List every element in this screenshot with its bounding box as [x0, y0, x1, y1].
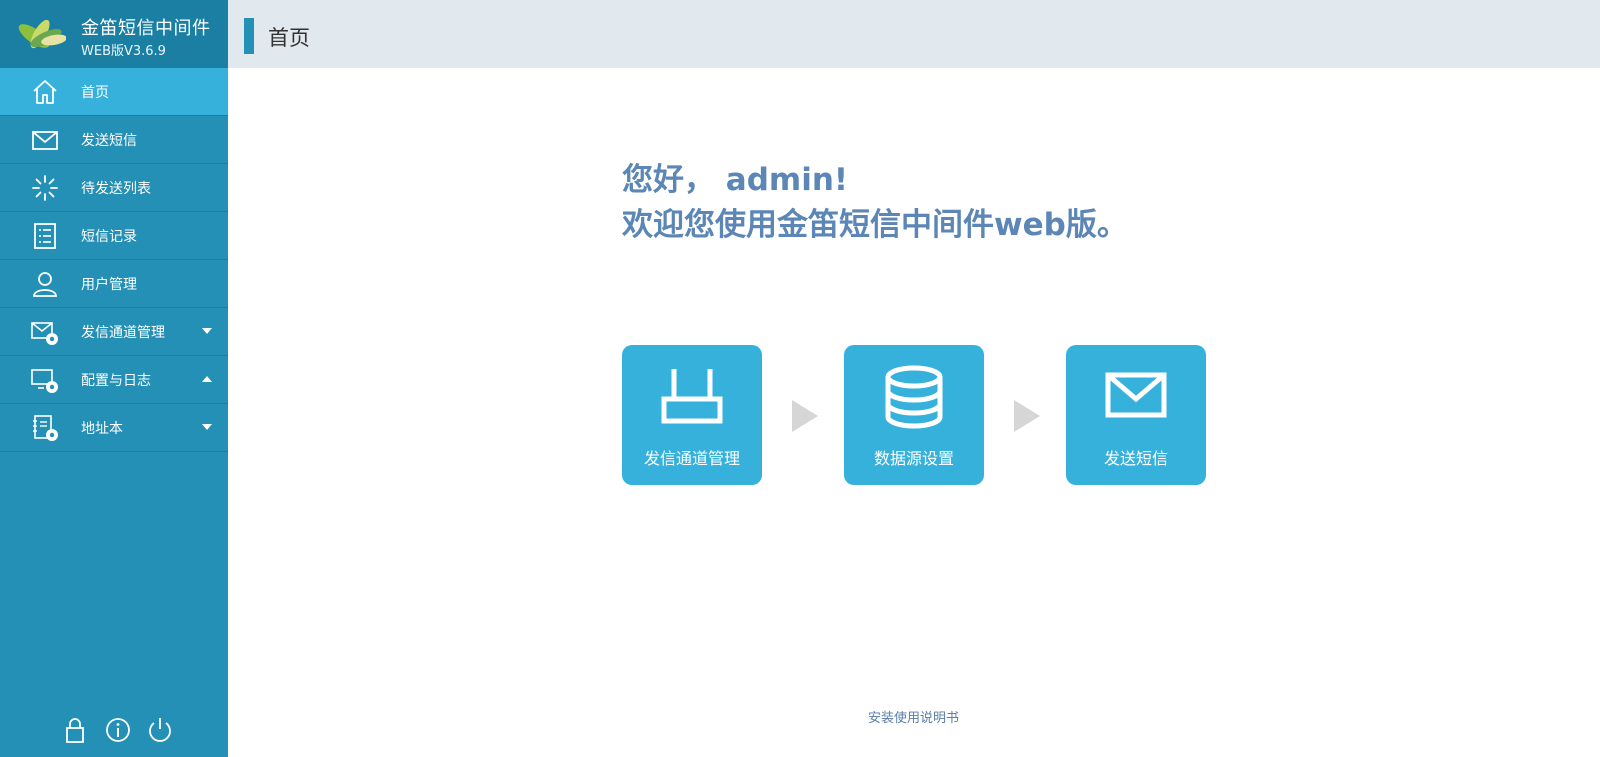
sidebar-item-home[interactable]: 首页 [0, 68, 228, 116]
page-header: 首页 [228, 0, 1600, 68]
info-icon[interactable] [103, 715, 133, 745]
sidebar-item-label: 首页 [81, 85, 109, 101]
brand-header: 金笛短信中间件 WEB版V3.6.9 [0, 0, 228, 68]
book-gear-icon [33, 415, 58, 441]
sidebar-item-channel-management[interactable]: 发信通道管理 [0, 308, 228, 356]
arrow-right-icon [792, 400, 818, 432]
quick-start-tiles: 发信通道管理 数据源设置 发送短信 [622, 345, 1222, 485]
sidebar-menu: 首页 发送短信 待发送列表 短信记录 用户管理 发信通道管理 配置与日志 地址本 [0, 68, 228, 452]
home-icon [33, 80, 57, 104]
sidebar-item-label: 待发送列表 [81, 181, 151, 197]
chevron-up-icon[interactable] [202, 376, 212, 382]
welcome-text: 欢迎您使用金笛短信中间件web版。 [622, 207, 1128, 243]
sidebar-item-user-management[interactable]: 用户管理 [0, 260, 228, 308]
sidebar-item-label: 用户管理 [81, 277, 137, 293]
greeting-text: 您好， admin! [622, 162, 849, 198]
power-icon[interactable] [145, 715, 175, 745]
envelope-icon [32, 131, 58, 150]
page-title: 首页 [268, 26, 310, 50]
envelope-gear-icon [31, 322, 58, 345]
chevron-down-icon[interactable] [202, 424, 212, 430]
chevron-down-icon[interactable] [202, 328, 212, 334]
tile-data-source[interactable]: 数据源设置 [844, 345, 984, 485]
welcome-message: 您好， admin! 欢迎您使用金笛短信中间件web版。 [622, 158, 1128, 248]
sidebar: 金笛短信中间件 WEB版V3.6.9 首页 发送短信 待发送列表 短信记录 用户… [0, 0, 228, 757]
router-icon [661, 369, 723, 424]
app-title: 金笛短信中间件 [81, 18, 211, 39]
sidebar-item-label: 地址本 [81, 421, 123, 437]
envelope-icon [1105, 372, 1167, 418]
list-icon [34, 223, 56, 249]
sidebar-item-sms-records[interactable]: 短信记录 [0, 212, 228, 260]
sidebar-item-label: 短信记录 [81, 229, 137, 245]
sidebar-item-label: 发信通道管理 [81, 325, 165, 341]
monitor-gear-icon [31, 369, 58, 393]
sidebar-item-config-logs[interactable]: 配置与日志 [0, 356, 228, 404]
sidebar-item-send-sms[interactable]: 发送短信 [0, 116, 228, 164]
sidebar-item-address-book[interactable]: 地址本 [0, 404, 228, 452]
lock-icon[interactable] [60, 715, 90, 745]
sidebar-item-label: 配置与日志 [81, 373, 151, 389]
database-icon [885, 365, 943, 429]
logo-icon [18, 19, 66, 49]
loading-spinner-icon [32, 175, 58, 201]
tile-label: 发送短信 [1103, 449, 1168, 468]
header-accent-bar [244, 18, 254, 54]
arrow-right-icon [1014, 400, 1040, 432]
tile-channel-management[interactable]: 发信通道管理 [622, 345, 762, 485]
sidebar-item-label: 发送短信 [81, 133, 137, 149]
tile-label: 数据源设置 [873, 449, 954, 468]
tile-label: 发信通道管理 [643, 449, 740, 468]
user-icon [33, 272, 57, 297]
manual-link[interactable]: 安装使用说明书 [868, 707, 959, 726]
tile-send-sms[interactable]: 发送短信 [1066, 345, 1206, 485]
app-version: WEB版V3.6.9 [81, 44, 166, 59]
sidebar-footer [0, 715, 228, 747]
sidebar-item-pending-list[interactable]: 待发送列表 [0, 164, 228, 212]
